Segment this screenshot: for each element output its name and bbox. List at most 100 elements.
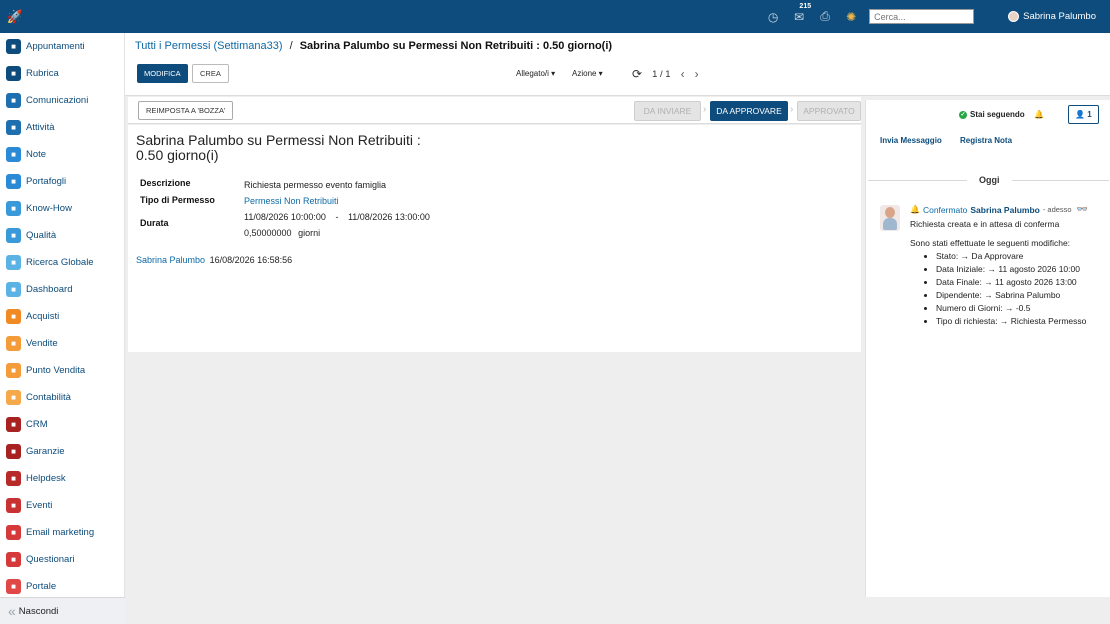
chat-icon[interactable]: ✉ 215 <box>791 3 811 24</box>
following-label: Stai seguendo <box>970 110 1025 119</box>
description-value: Richiesta permesso evento famiglia <box>244 180 387 190</box>
bug-icon[interactable]: ✺ <box>843 10 859 24</box>
sidebar-item-note[interactable]: ■ Note <box>0 141 124 168</box>
hide-label: Nascondi <box>18 605 59 617</box>
rocket-icon[interactable]: 🚀 <box>0 9 30 25</box>
sidebar-item-portafogli[interactable]: ■ Portafogli <box>0 168 124 195</box>
note-icon: ■ <box>6 147 21 162</box>
chatter-panel: ✓ Stai seguendo 🔔 👤 1 Invia Messaggio Re… <box>865 100 1110 597</box>
change-item: Tipo di richiesta: → Richiesta Permesso <box>936 315 1105 328</box>
shield-icon: ■ <box>6 444 21 459</box>
stage-to-send[interactable]: DA INVIARE <box>634 101 701 121</box>
duration-range: 11/08/2026 10:00:00 - 11/08/2026 13:00:0… <box>244 212 430 222</box>
sidebar-item-attivit-[interactable]: ■ Attività <box>0 114 124 141</box>
sidebar-item-label: CRM <box>26 419 48 430</box>
edit-button[interactable]: MODIFICA <box>137 64 188 83</box>
create-button[interactable]: CREA <box>192 64 229 83</box>
change-item: Stato: → Da Approvare <box>936 250 1105 263</box>
sidebar-item-questionari[interactable]: ■ Questionari <box>0 546 124 573</box>
calendar-icon: ■ <box>6 39 21 54</box>
stage-arrow-icon: › <box>703 104 707 115</box>
chevron-right-icon[interactable]: › <box>695 67 699 81</box>
search-icon: ■ <box>6 255 21 270</box>
duration-label: Durata <box>140 218 169 228</box>
sidebar-item-label: Appuntamenti <box>26 41 85 52</box>
sidebar-item-label: Garanzie <box>26 446 65 457</box>
checklist-icon: ■ <box>6 120 21 135</box>
headset-icon: ■ <box>6 471 21 486</box>
sidebar-item-label: Comunicazioni <box>26 95 89 106</box>
stage-to-approve[interactable]: DA APPROVARE <box>710 101 788 121</box>
sidebar-item-dashboard[interactable]: ■ Dashboard <box>0 276 124 303</box>
sidebar-item-qualit-[interactable]: ■ Qualità <box>0 222 124 249</box>
refresh-icon[interactable]: ⟳ <box>632 67 642 81</box>
glasses-icon[interactable]: 👓 <box>1077 204 1088 215</box>
stage-approved[interactable]: APPROVATO <box>797 101 861 121</box>
reset-to-draft-button[interactable]: REIMPOSTA A 'BOZZA' <box>138 101 234 120</box>
form-sheet: Sabrina Palumbo su Permessi Non Retribui… <box>128 125 861 352</box>
message-status: Confermato <box>922 204 968 215</box>
avatar[interactable] <box>880 205 900 231</box>
breadcrumb-separator: / <box>289 40 293 52</box>
bell-icon[interactable]: 🔔 <box>1034 110 1044 119</box>
app-sidebar: ■ Appuntamenti ■ Rubrica ■ Comunicazioni ■ Atti… <box>0 33 125 624</box>
sidebar-item-crm[interactable]: ■ CRM <box>0 411 124 438</box>
pager: ⟳ 1 / 1 ‹ › <box>632 67 699 81</box>
changes-list: Stato: → Da ApprovareData Iniziale: → 11… <box>936 250 1105 328</box>
sidebar-item-portale[interactable]: ■ Portale <box>0 573 124 600</box>
breadcrumb-link[interactable]: Tutti i Permessi (Settimana33) <box>135 40 283 52</box>
sidebar-item-vendite[interactable]: ■ Vendite <box>0 330 124 357</box>
action-dropdown[interactable]: Azione ▾ <box>572 69 603 78</box>
duration-days: 0,50000000 giorni <box>244 228 320 238</box>
day-label: Oggi <box>967 175 1012 185</box>
hide-sidebar-button[interactable]: « Nascondi <box>0 597 125 624</box>
paperplane-icon: ■ <box>6 525 21 540</box>
survey-icon: ■ <box>6 552 21 567</box>
sidebar-item-punto-vendita[interactable]: ■ Punto Vendita <box>0 357 124 384</box>
creator-link[interactable]: Sabrina Palumbo <box>136 255 205 265</box>
pager-value: 1 / 1 <box>652 68 671 80</box>
days-unit: giorni <box>298 228 321 238</box>
sidebar-item-contabilit-[interactable]: ■ Contabilità <box>0 384 124 411</box>
sidebar-item-acquisti[interactable]: ■ Acquisti <box>0 303 124 330</box>
ticket-icon: ■ <box>6 498 21 513</box>
send-message-button[interactable]: Invia Messaggio <box>880 136 942 145</box>
leave-type-label: Tipo di Permesso <box>140 195 215 205</box>
sidebar-item-rubrica[interactable]: ■ Rubrica <box>0 60 124 87</box>
sidebar-item-eventi[interactable]: ■ Eventi <box>0 492 124 519</box>
log-note-button[interactable]: Registra Nota <box>960 136 1012 145</box>
contacts-icon: ■ <box>6 66 21 81</box>
sidebar-item-label: Vendite <box>26 338 58 349</box>
sidebar-item-label: Note <box>26 149 47 160</box>
changes-intro: Sono stati effettuate le seguenti modifi… <box>910 238 1071 248</box>
search-input[interactable] <box>869 9 975 24</box>
print-icon[interactable]: ⎙ <box>817 9 833 24</box>
record-title: Sabrina Palumbo su Permessi Non Retribui… <box>136 132 421 163</box>
record-signature: Sabrina Palumbo 16/08/2026 16:58:56 <box>136 255 292 265</box>
check-circle-icon: ✓ <box>959 110 967 119</box>
sidebar-item-label: Portale <box>26 581 57 592</box>
sidebar-item-know-how[interactable]: ■ Know-How <box>0 195 124 222</box>
sidebar-item-ricerca-globale[interactable]: ■ Ricerca Globale <box>0 249 124 276</box>
followers-button[interactable]: 👤 1 <box>1068 105 1099 124</box>
message-author[interactable]: Sabrina Palumbo <box>970 205 1039 215</box>
sidebar-item-comunicazioni[interactable]: ■ Comunicazioni <box>0 87 124 114</box>
following-button[interactable]: ✓ Stai seguendo <box>959 110 1025 119</box>
date-to: 11/08/2026 13:00:00 <box>347 212 430 222</box>
clock-icon[interactable]: ◷ <box>765 10 781 24</box>
chevron-left-icon[interactable]: ‹ <box>681 67 685 81</box>
attachments-dropdown[interactable]: Allegato/i ▾ <box>516 69 555 78</box>
message-header: 🔔 Confermato Sabrina Palumbo - adesso 👓 <box>910 204 1105 215</box>
sidebar-item-email-marketing[interactable]: ■ Email marketing <box>0 519 124 546</box>
sidebar-item-appuntamenti[interactable]: ■ Appuntamenti <box>0 33 124 60</box>
top-navbar: 🚀 ◷ ✉215 ⎙ ✺ Sabrina Palumbo <box>0 0 1110 33</box>
sidebar-item-garanzie[interactable]: ■ Garanzie <box>0 438 124 465</box>
user-menu[interactable]: Sabrina Palumbo <box>1008 11 1096 22</box>
sidebar-item-label: Rubrica <box>26 68 59 79</box>
sidebar-item-label: Acquisti <box>26 311 60 322</box>
sidebar-item-helpdesk[interactable]: ■ Helpdesk <box>0 465 124 492</box>
lock-icon: ■ <box>6 174 21 189</box>
chat-badge: 215 <box>799 2 812 10</box>
days-value: 0,50000000 <box>244 228 292 238</box>
leave-type-link[interactable]: Permessi Non Retribuiti <box>244 196 339 206</box>
